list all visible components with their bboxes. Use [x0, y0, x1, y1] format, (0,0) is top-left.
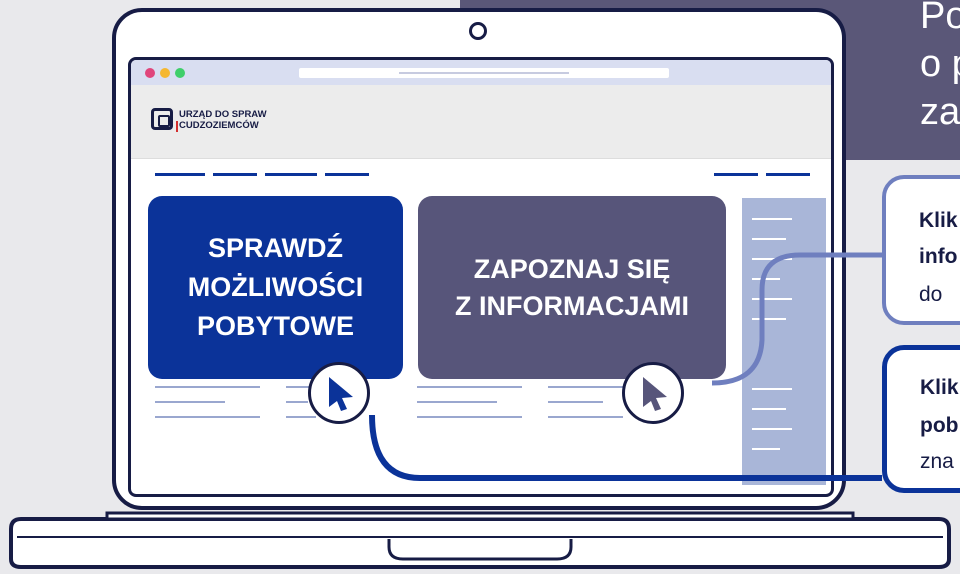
cursor-arrow-icon	[329, 377, 353, 411]
callout-information: Klik info do	[882, 175, 960, 325]
callout-stay-bold-2: pob	[920, 414, 959, 437]
callout-info-text: do	[919, 283, 943, 306]
callout-info-bold-1: Klik	[919, 209, 958, 232]
cursor-circle-primary	[308, 362, 370, 424]
callout-residence: Klik pob zna	[882, 345, 960, 493]
cursor-circle-secondary	[622, 362, 684, 424]
callout-info-bold-2: info	[919, 245, 958, 268]
cursor-arrow-icon	[643, 377, 667, 411]
callout-stay-text: zna	[920, 450, 954, 473]
connector-lines	[369, 252, 882, 481]
callout-stay-bold-1: Klik	[920, 376, 959, 399]
